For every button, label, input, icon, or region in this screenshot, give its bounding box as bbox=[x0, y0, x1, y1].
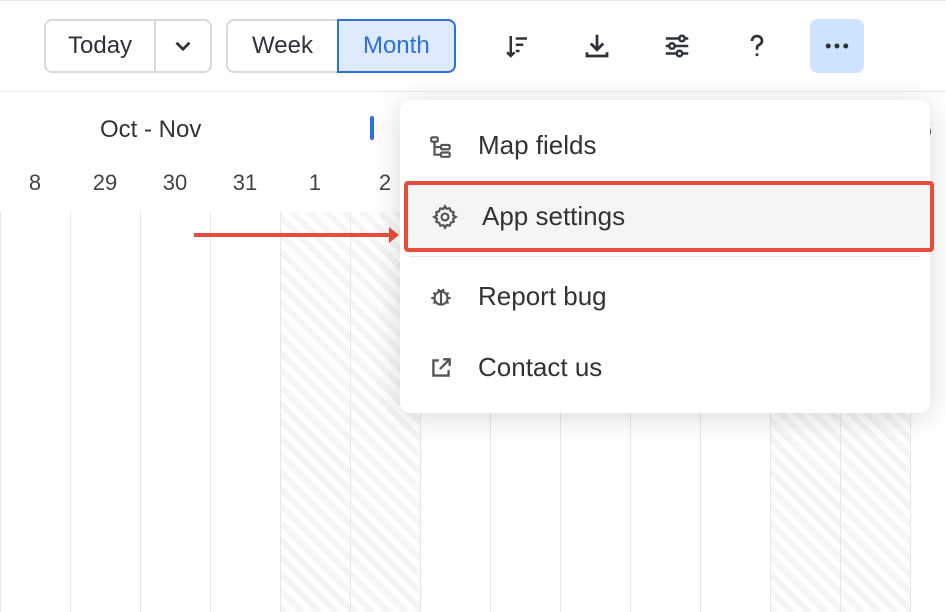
day-column[interactable] bbox=[280, 212, 350, 612]
calendar-area: Oct - Nov 6 8 29 30 31 1 2 bbox=[0, 92, 946, 532]
bug-icon bbox=[428, 284, 454, 310]
gear-icon bbox=[432, 204, 458, 230]
week-view-button[interactable]: Week bbox=[226, 19, 337, 73]
menu-divider bbox=[410, 256, 920, 257]
day-column[interactable] bbox=[0, 212, 70, 612]
help-button[interactable] bbox=[730, 19, 784, 73]
sliders-icon bbox=[662, 31, 692, 61]
day-column[interactable] bbox=[70, 212, 140, 612]
menu-item-map-fields[interactable]: Map fields bbox=[400, 110, 930, 181]
day-header: 8 bbox=[0, 170, 70, 196]
day-column[interactable] bbox=[140, 212, 210, 612]
today-button[interactable]: Today bbox=[46, 21, 154, 71]
today-button-group: Today bbox=[44, 19, 212, 73]
menu-item-label: Map fields bbox=[478, 130, 597, 161]
menu-item-app-settings[interactable]: App settings bbox=[404, 181, 934, 252]
month-range-label: Oct - Nov bbox=[100, 116, 201, 144]
month-view-button[interactable]: Month bbox=[337, 19, 456, 73]
day-header: 31 bbox=[210, 170, 280, 196]
icon-actions-row bbox=[490, 19, 864, 73]
download-icon bbox=[582, 31, 612, 61]
day-header: 30 bbox=[140, 170, 210, 196]
more-button[interactable] bbox=[810, 19, 864, 73]
view-toggle-group: Week Month bbox=[226, 19, 456, 73]
more-dropdown-menu: Map fields App settings Report bug bbox=[400, 100, 930, 413]
sort-icon bbox=[502, 31, 532, 61]
menu-item-label: Report bug bbox=[478, 281, 607, 312]
map-fields-icon bbox=[428, 133, 454, 159]
today-marker bbox=[370, 116, 374, 140]
menu-item-label: App settings bbox=[482, 201, 625, 232]
external-link-icon bbox=[428, 355, 454, 381]
chevron-down-icon bbox=[170, 33, 196, 59]
day-column[interactable] bbox=[210, 212, 280, 612]
more-horizontal-icon bbox=[822, 31, 852, 61]
day-header: 1 bbox=[280, 170, 350, 196]
sort-button[interactable] bbox=[490, 19, 544, 73]
settings-toggles-button[interactable] bbox=[650, 19, 704, 73]
menu-item-label: Contact us bbox=[478, 352, 602, 383]
today-dropdown-toggle[interactable] bbox=[154, 21, 210, 71]
toolbar: Today Week Month bbox=[0, 0, 946, 92]
question-icon bbox=[742, 31, 772, 61]
download-button[interactable] bbox=[570, 19, 624, 73]
days-header-row: 8 29 30 31 1 2 bbox=[0, 170, 420, 196]
day-header: 29 bbox=[70, 170, 140, 196]
menu-item-report-bug[interactable]: Report bug bbox=[400, 261, 930, 332]
menu-item-contact-us[interactable]: Contact us bbox=[400, 332, 930, 403]
